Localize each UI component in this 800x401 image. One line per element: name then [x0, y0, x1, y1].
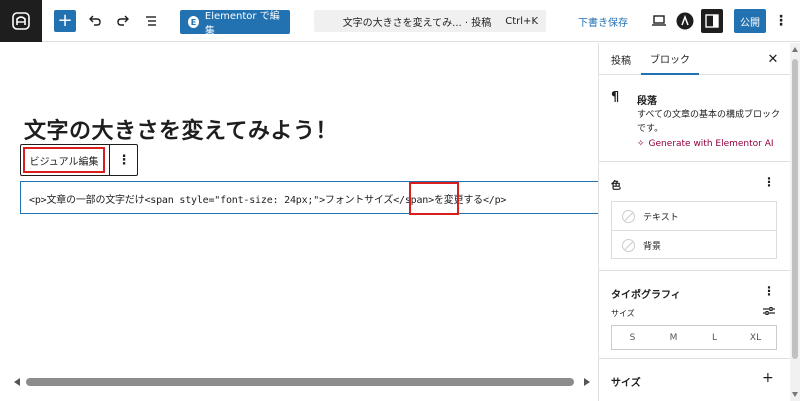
paragraph-icon: ¶: [611, 90, 620, 105]
horizontal-scrollbar[interactable]: [14, 377, 590, 387]
scroll-right-icon[interactable]: [584, 378, 590, 386]
typography-title: タイポグラフィ: [611, 290, 681, 301]
astra-icon: [676, 12, 694, 30]
dimensions-title: サイズ: [611, 378, 641, 389]
elementor-icon: E: [188, 16, 199, 28]
site-logo-button[interactable]: [0, 0, 42, 42]
toolbar-divider: [109, 145, 110, 175]
size-option-s[interactable]: S: [612, 333, 653, 343]
plus-icon: +: [57, 10, 73, 31]
size-option-xl[interactable]: XL: [735, 333, 776, 343]
list-view-icon: [146, 16, 156, 26]
scroll-down-icon[interactable]: [792, 392, 798, 397]
astra-settings-button[interactable]: [674, 10, 696, 32]
editor-canvas: 文字の大きさを変えてみよう！ ビジュアル編集 ⋮ <p>文章の一部の文字だけ<s…: [0, 43, 598, 401]
elementor-ai-link[interactable]: ✧ Generate with Elementor AI: [637, 139, 774, 149]
block-options-button[interactable]: ⋮: [113, 147, 135, 173]
settings-toggle-button[interactable]: [701, 9, 723, 33]
more-vertical-icon: ⋮: [117, 152, 131, 168]
color-title: 色: [611, 181, 621, 192]
ai-link-label: Generate with Elementor AI: [648, 139, 774, 149]
size-option-l[interactable]: L: [694, 333, 735, 343]
undo-button[interactable]: [84, 10, 106, 32]
plus-icon: +: [762, 370, 774, 386]
typography-options-button[interactable]: ⋮: [763, 284, 775, 298]
scrollbar-thumb[interactable]: [792, 59, 798, 359]
text-color-label: テキスト: [643, 212, 679, 223]
editor-topbar: + E Elementor で編集 文字の大きさを変えてみ... · 投稿 Ct…: [0, 0, 800, 42]
highlight-annotation: [409, 182, 459, 215]
settings-sliders-icon: [763, 307, 775, 315]
color-options: テキスト 背景: [611, 201, 777, 259]
tab-block[interactable]: ブロック: [641, 43, 699, 75]
desktop-icon: [652, 15, 666, 26]
text-color-option[interactable]: テキスト: [612, 202, 776, 231]
document-title: 文字の大きさを変えてみ... · 投稿: [342, 17, 492, 29]
options-button[interactable]: ⋮: [773, 10, 789, 32]
dimensions-panel: サイズ +: [599, 360, 790, 401]
tab-post[interactable]: 投稿: [611, 43, 631, 75]
block-description: すべての文章の基本の構成ブロックです。: [637, 110, 781, 134]
settings-sidebar: 投稿 ブロック ✕ ¶ 段落 すべての文章の基本の構成ブロックです。 ✧ Gen…: [598, 43, 800, 401]
more-vertical-icon: ⋮: [774, 13, 788, 29]
edit-with-elementor-button[interactable]: E Elementor で編集: [180, 10, 290, 37]
add-block-button[interactable]: +: [54, 10, 76, 32]
redo-button[interactable]: [112, 10, 134, 32]
font-size-label: サイズ: [611, 309, 635, 318]
block-toolbar: ビジュアル編集 ⋮: [20, 144, 138, 176]
wordpress-site-icon: [12, 12, 30, 30]
scroll-up-icon[interactable]: [792, 47, 798, 52]
command-shortcut: Ctrl+K: [505, 15, 538, 27]
add-dimension-button[interactable]: +: [762, 370, 774, 386]
size-option-m[interactable]: M: [653, 333, 694, 343]
block-card: ¶ 段落 すべての文章の基本の構成ブロックです。 ✧ Generate with…: [599, 76, 790, 162]
background-color-label: 背景: [643, 242, 662, 252]
color-options-button[interactable]: ⋮: [763, 175, 775, 189]
save-draft-button[interactable]: 下書き保存: [578, 10, 628, 32]
color-panel: 色 ⋮ テキスト 背景: [599, 163, 790, 271]
custom-size-button[interactable]: [763, 306, 775, 319]
empty-swatch-icon: [622, 239, 635, 252]
undo-icon: [89, 15, 101, 26]
scrollbar-thumb[interactable]: [26, 378, 574, 386]
preview-button[interactable]: [648, 10, 670, 32]
font-size-picker: S M L XL: [611, 325, 777, 350]
publish-button[interactable]: 公開: [734, 9, 766, 33]
sidebar-tabs: 投稿 ブロック ✕: [599, 43, 790, 75]
visual-edit-button[interactable]: ビジュアル編集: [23, 147, 105, 173]
background-color-option[interactable]: 背景: [612, 231, 776, 260]
block-name: 段落: [637, 96, 657, 107]
empty-swatch-icon: [622, 209, 635, 223]
vertical-scrollbar[interactable]: [790, 43, 800, 401]
scroll-left-icon[interactable]: [14, 378, 20, 386]
sparkle-icon: ✧: [637, 139, 645, 149]
html-code-block[interactable]: <p>文章の一部の文字だけ<span style="font-size: 24p…: [20, 181, 598, 215]
close-icon: ✕: [767, 51, 779, 67]
post-title[interactable]: 文字の大きさを変えてみよう！: [24, 113, 338, 145]
redo-icon: [117, 15, 129, 26]
document-overview-button[interactable]: [140, 10, 162, 32]
typography-panel: タイポグラフィ ⋮ サイズ S M L XL: [599, 272, 790, 359]
close-sidebar-button[interactable]: ✕: [765, 51, 781, 67]
sidebar-icon: [705, 14, 719, 28]
command-palette-button[interactable]: 文字の大きさを変えてみ... · 投稿 Ctrl+K: [314, 10, 546, 32]
elementor-button-label: Elementor で編集: [204, 11, 280, 37]
